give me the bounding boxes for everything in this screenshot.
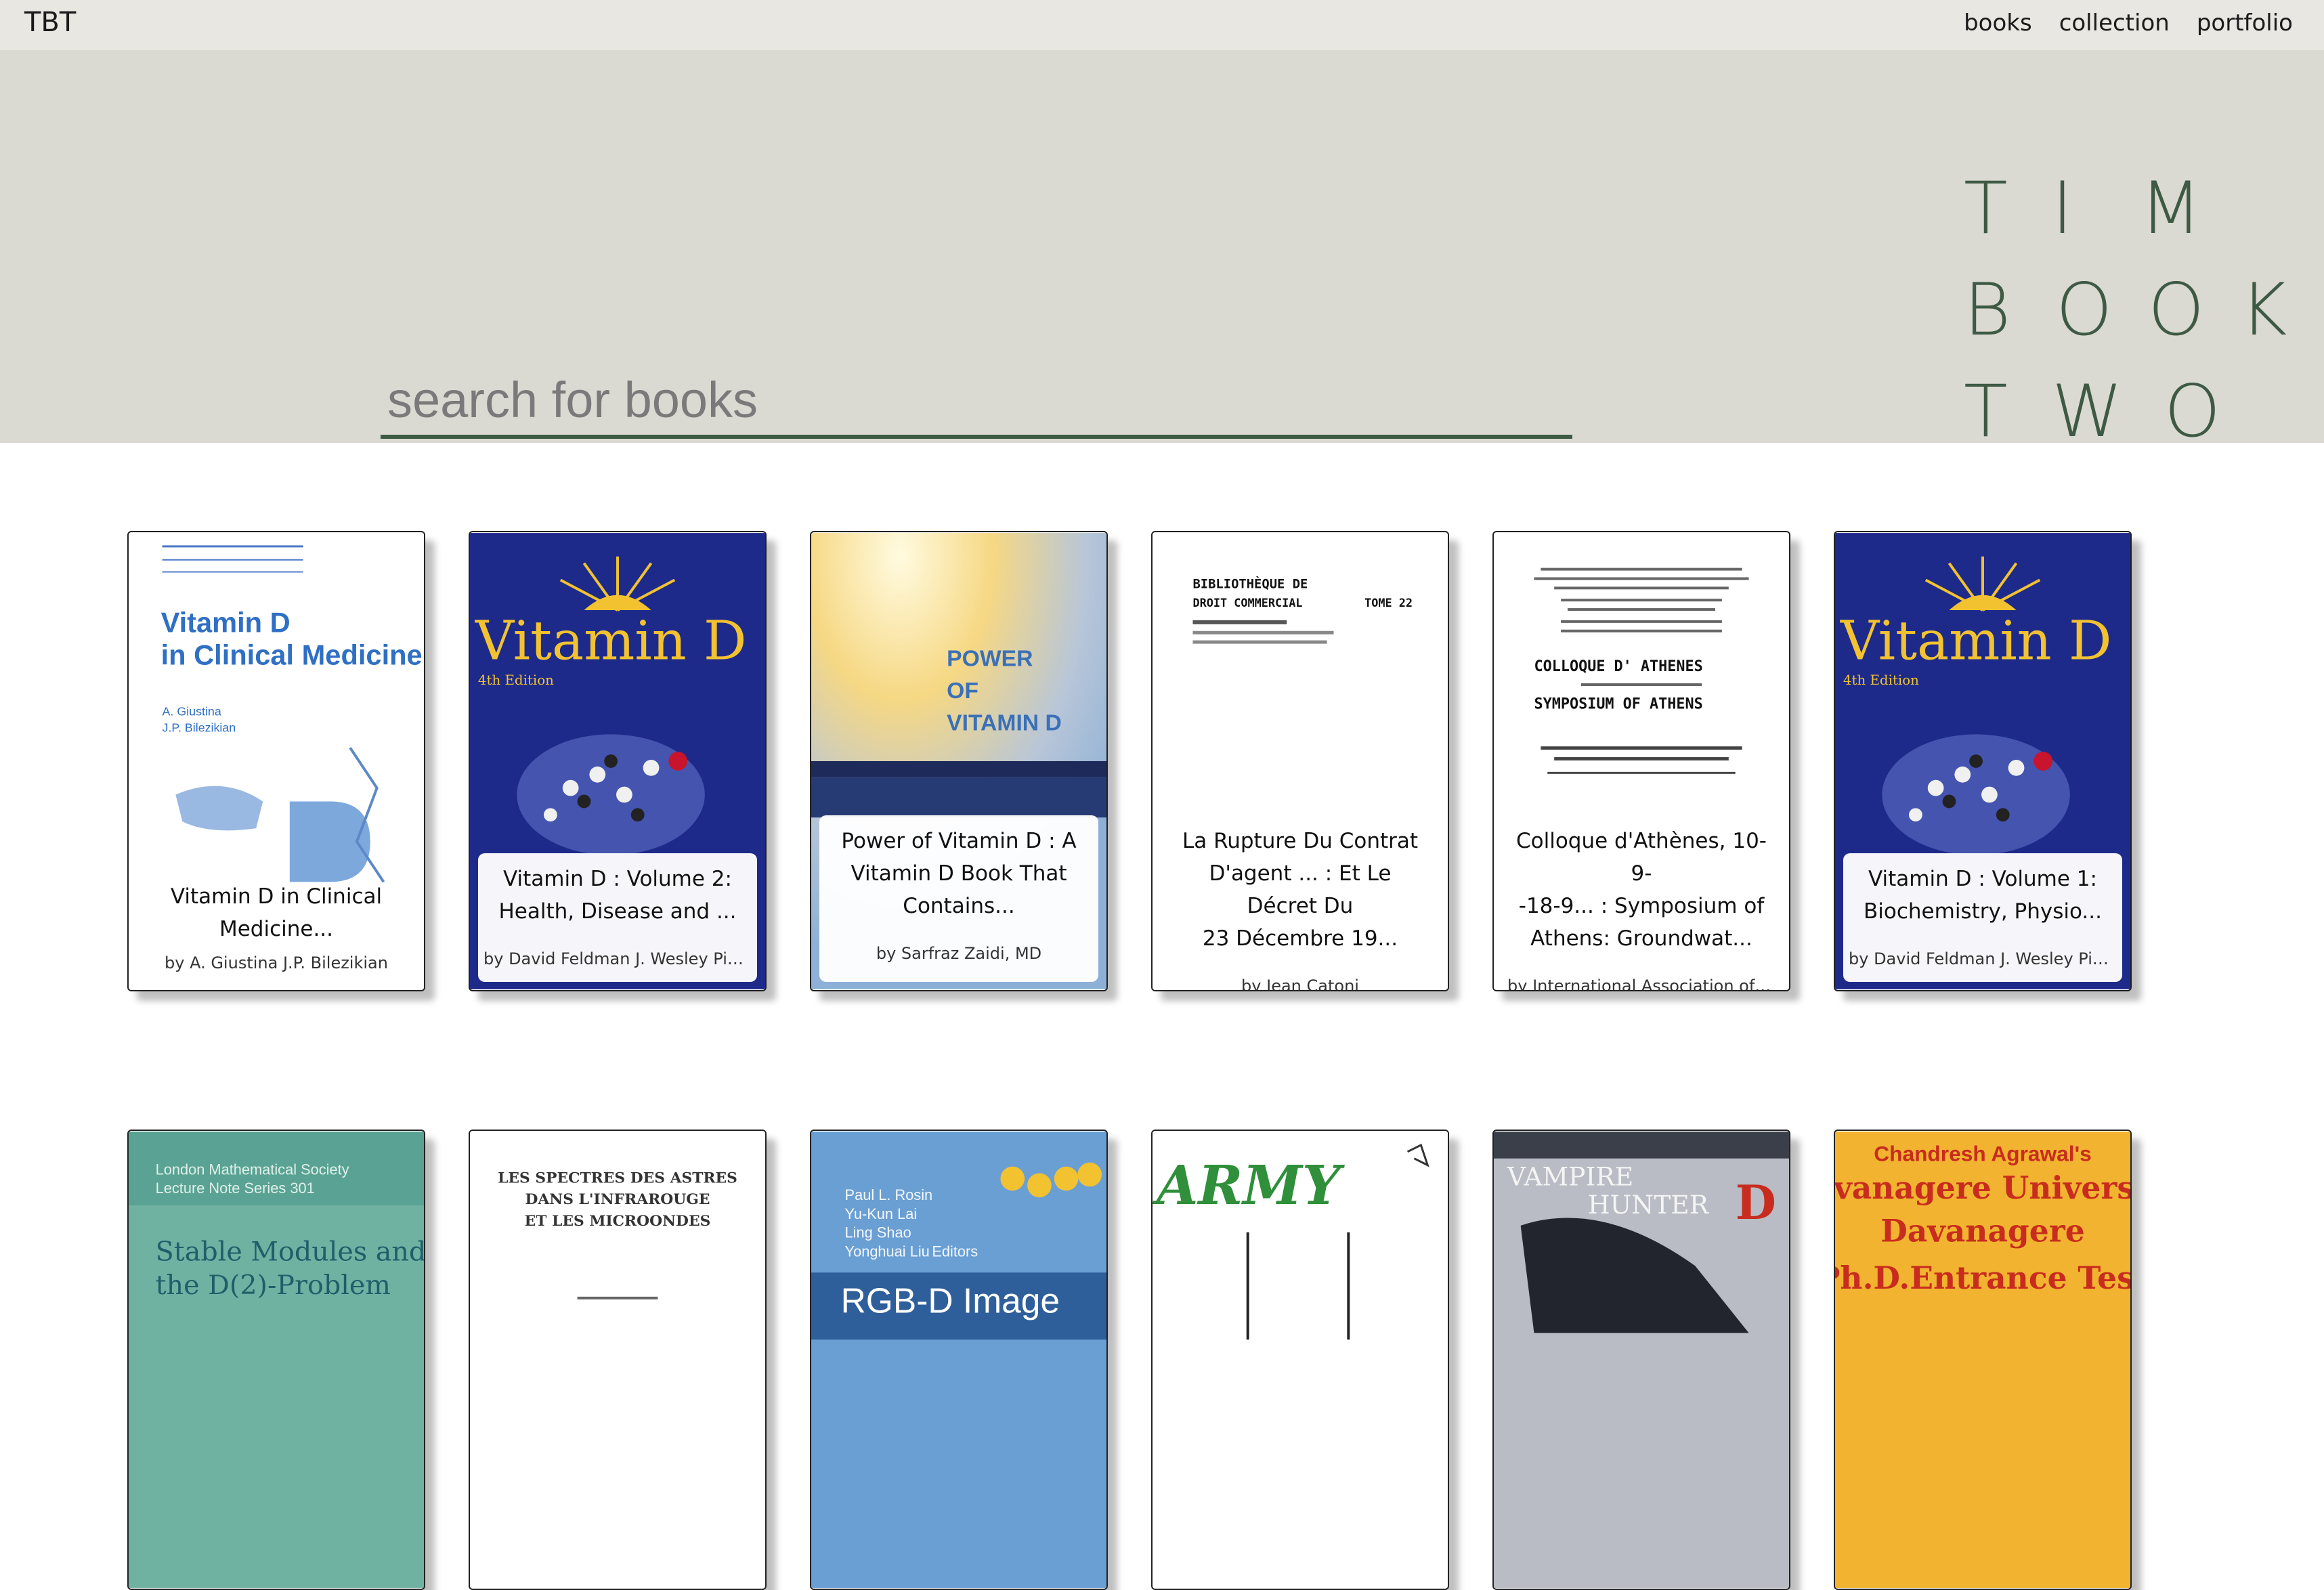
svg-text:LES SPECTRES DES ASTRES: LES SPECTRES DES ASTRES [498, 1169, 737, 1186]
book-card[interactable]: POWER OF VITAMIN D Power of Vitamin D : … [810, 531, 1108, 991]
svg-text:the D(2)-Problem: the D(2)-Problem [156, 1270, 391, 1301]
svg-text:TOME 22: TOME 22 [1364, 596, 1413, 609]
svg-text:DANS L'INFRAROUGE: DANS L'INFRAROUGE [525, 1191, 710, 1208]
svg-text:RGB-D Image: RGB-D Image [841, 1281, 1060, 1320]
svg-text:HUNTER: HUNTER [1588, 1190, 1710, 1220]
nav-portfolio-link[interactable]: portfolio [2197, 9, 2293, 37]
nav-collection-link[interactable]: collection [2059, 9, 2170, 37]
book-caption: Power of Vitamin D : A Vitamin D Book Tha… [819, 815, 1098, 982]
book-card[interactable]: LES SPECTRES DES ASTRES DANS L'INFRAROUG… [469, 1130, 767, 1590]
svg-text:ET LES MICROONDES: ET LES MICROONDES [525, 1213, 711, 1230]
svg-text:Paul L. Rosin: Paul L. Rosin [845, 1186, 933, 1203]
svg-text:Yu-Kun Lai: Yu-Kun Lai [845, 1205, 918, 1222]
book-cover-image: London Mathematical Society Lecture Note… [129, 1132, 424, 1588]
svg-text:Vitamin D: Vitamin D [1840, 609, 2112, 672]
book-card[interactable]: Vitamin D in Clinical Medicine A. Giusti… [127, 531, 425, 991]
book-card[interactable]: VAMPIRE HUNTER D [1492, 1130, 1790, 1590]
logo-row-book: BOOK [1964, 268, 2287, 351]
book-cover-image: Paul L. Rosin Yu-Kun Lai Ling Shao Yongh… [811, 1132, 1106, 1588]
svg-text:DROIT COMMERCIAL: DROIT COMMERCIAL [1192, 596, 1302, 609]
brand-link[interactable]: TBT [24, 7, 76, 38]
svg-text:COLLOQUE D' ATHENES: COLLOQUE D' ATHENES [1534, 658, 1702, 675]
book-card[interactable]: Paul L. Rosin Yu-Kun Lai Ling Shao Yongh… [810, 1130, 1108, 1590]
svg-text:Davanagere: Davanagere [1880, 1213, 2085, 1249]
book-cover-image: VAMPIRE HUNTER D [1494, 1132, 1789, 1588]
book-cover-image: Chandresh Agrawal's Davanagere Universit… [1835, 1132, 2130, 1588]
book-author: by David Feldman J. Wesley Pike R... [483, 949, 752, 968]
svg-text:Chandresh Agrawal's: Chandresh Agrawal's [1874, 1142, 2092, 1166]
svg-text:Yonghuai Liu: Yonghuai Liu [845, 1243, 930, 1260]
book-author: by Jean Catoni [1241, 976, 1359, 991]
book-card[interactable]: Chandresh Agrawal's Davanagere Universit… [1834, 1130, 2132, 1590]
svg-text:Ph.D.Entrance Test: Ph.D.Entrance Test [1835, 1260, 2130, 1296]
svg-text:Lecture Note Series 301: Lecture Note Series 301 [156, 1180, 315, 1197]
svg-text:4th Edition: 4th Edition [1843, 672, 1919, 688]
svg-text:SYMPOSIUM OF ATHENS: SYMPOSIUM OF ATHENS [1534, 696, 1702, 713]
svg-text:Editors: Editors [932, 1243, 978, 1260]
book-card[interactable]: ARMY [1151, 1130, 1449, 1590]
svg-text:Ling Shao: Ling Shao [845, 1224, 911, 1241]
book-author: by A. Giustina J.P. Bilezikian [165, 953, 388, 972]
svg-text:Vitamin D: Vitamin D [475, 609, 747, 672]
book-card[interactable]: COLLOQUE D' ATHENES SYMPOSIUM OF ATHENS … [1492, 531, 1790, 991]
svg-text:OF: OF [947, 679, 978, 704]
hero-section: TIM BOOK TWO [0, 50, 2324, 453]
book-title: Vitamin D : Volume 2: Health, Disease and… [498, 867, 737, 924]
book-cover-image: LES SPECTRES DES ASTRES DANS L'INFRAROUG… [470, 1132, 765, 1588]
svg-text:D: D [1736, 1176, 1776, 1230]
book-title: Vitamin D : Volume 1: Biochemistry, Physi… [1864, 867, 2102, 924]
book-caption: Vitamin D : Volume 1: Biochemistry, Physi… [1843, 853, 2122, 982]
book-title: Power of Vitamin D : A Vitamin D Book Tha… [841, 829, 1077, 918]
book-author: by International Association of S... [1507, 976, 1776, 991]
svg-text:A. Giustina: A. Giustina [163, 705, 221, 718]
book-author: by David Feldman J. Wesley Pike R... [1849, 949, 2117, 968]
book-card[interactable]: London Mathematical Society Lecture Note… [127, 1130, 425, 1590]
book-author: by Sarfraz Zaidi, MD [876, 944, 1042, 963]
search-bar [381, 320, 1572, 439]
svg-text:Vitamin D: Vitamin D [161, 607, 290, 639]
book-author-wrap: by A. Giustina J.P. Bilezikian [137, 932, 416, 986]
svg-text:BIBLIOTHÈQUE DE: BIBLIOTHÈQUE DE [1192, 576, 1308, 591]
book-card[interactable]: Vitamin D 4th Edition Vitamin D : Volume… [469, 531, 767, 991]
svg-text:Davanagere University: Davanagere University [1835, 1169, 2130, 1206]
svg-text:J.P. Bilezikian: J.P. Bilezikian [163, 721, 236, 734]
book-card[interactable]: Vitamin D 4th Edition Vitamin D : Volume… [1834, 531, 2132, 991]
logo-row-tim: TIM [1964, 167, 2202, 250]
svg-text:4th Edition: 4th Edition [478, 672, 554, 688]
book-card[interactable]: BIBLIOTHÈQUE DE DROIT COMMERCIAL TOME 22… [1151, 531, 1449, 991]
nav-books-link[interactable]: books [1964, 9, 2032, 37]
main-nav: books collection portfolio [1964, 9, 2293, 37]
svg-text:POWER: POWER [947, 646, 1033, 671]
book-caption: Colloque d'Athènes, 10-9- -18-9... : Symp… [1502, 815, 1781, 990]
svg-text:London Mathematical Society: London Mathematical Society [156, 1161, 349, 1178]
search-input[interactable] [386, 368, 1540, 431]
svg-text:in Clinical Medicine: in Clinical Medicine [161, 639, 423, 670]
top-navbar: TBT books collection portfolio [0, 0, 2324, 50]
svg-text:VITAMIN D: VITAMIN D [947, 710, 1062, 735]
book-caption: La Rupture Du Contrat D'agent ... : Et Le… [1161, 815, 1440, 990]
svg-text:ARMY: ARMY [1153, 1154, 1345, 1217]
book-title: La Rupture Du Contrat D'agent ... : Et Le… [1182, 829, 1419, 951]
logo-row-two: TWO [1964, 370, 2221, 453]
svg-text:Stable Modules and: Stable Modules and [156, 1236, 424, 1267]
book-caption: Vitamin D : Volume 2: Health, Disease and… [478, 853, 757, 982]
book-cover-image: ARMY [1153, 1132, 1448, 1588]
book-title: Colloque d'Athènes, 10-9- -18-9... : Symp… [1515, 829, 1767, 951]
svg-text:VAMPIRE: VAMPIRE [1507, 1161, 1633, 1191]
